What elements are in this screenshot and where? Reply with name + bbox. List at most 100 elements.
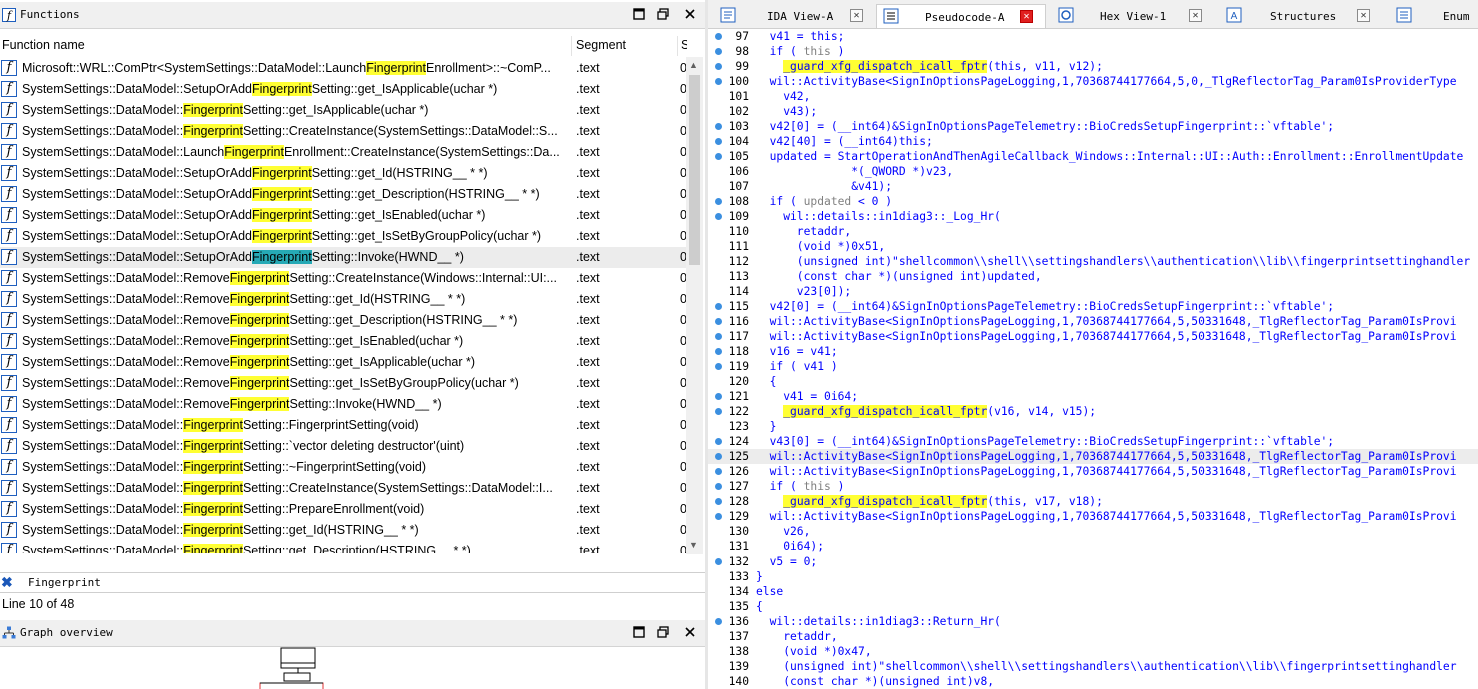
scroll-up-icon[interactable]: ▲ <box>689 60 698 70</box>
code-line[interactable]: 123 } <box>708 419 1478 434</box>
code-line[interactable]: 107 &v41); <box>708 179 1478 194</box>
tab-close-icon[interactable]: ✕ <box>1020 10 1033 23</box>
column-start[interactable]: S <box>681 38 687 52</box>
tab-pseudocode[interactable]: Pseudocode-A ✕ <box>876 4 1046 28</box>
code-line[interactable]: 112 (unsigned int)"shellcommon\\shell\\s… <box>708 254 1478 269</box>
code-line[interactable]: 129 wil::ActivityBase<SignInOptionsPageL… <box>708 509 1478 524</box>
code-line[interactable]: 140 (const char *)(unsigned int)v8, <box>708 674 1478 689</box>
column-segment[interactable]: Segment <box>576 38 626 52</box>
code-line[interactable]: 105 updated = StartOperationAndThenAgile… <box>708 149 1478 164</box>
code-line[interactable]: 101 v42, <box>708 89 1478 104</box>
tab-structures[interactable]: A Structures ✕ <box>1220 4 1380 28</box>
function-row[interactable]: f SystemSettings::DataModel::RemoveFinger… <box>0 331 686 352</box>
breakpoint-dot-icon[interactable] <box>715 303 722 310</box>
breakpoint-dot-icon[interactable] <box>715 558 722 565</box>
code-line[interactable]: 135 { <box>708 599 1478 614</box>
function-row[interactable]: f SystemSettings::DataModel::RemoveFinger… <box>0 310 686 331</box>
functions-list[interactable]: f Microsoft::WRL::ComPtr<SystemSettings::… <box>0 58 686 553</box>
breakpoint-dot-icon[interactable] <box>715 468 722 475</box>
function-row[interactable]: f SystemSettings::DataModel::SetupOrAddFi… <box>0 79 686 100</box>
breakpoint-dot-icon[interactable] <box>715 63 722 70</box>
code-line[interactable]: 133} <box>708 569 1478 584</box>
tab-hex-view[interactable]: Hex View-1 ✕ <box>1052 4 1212 28</box>
filter-input[interactable]: Fingerprint <box>28 576 101 589</box>
code-line[interactable]: 127 if ( this ) <box>708 479 1478 494</box>
graph-close-icon[interactable] <box>683 625 697 639</box>
code-line[interactable]: 108 if ( updated < 0 ) <box>708 194 1478 209</box>
code-line[interactable]: 138 (void *)0x47, <box>708 644 1478 659</box>
code-line[interactable]: 104 v42[40] = (__int64)this; <box>708 134 1478 149</box>
code-line[interactable]: 109 wil::details::in1diag3::_Log_Hr( <box>708 209 1478 224</box>
breakpoint-dot-icon[interactable] <box>715 498 722 505</box>
breakpoint-dot-icon[interactable] <box>715 513 722 520</box>
code-line[interactable]: 117 wil::ActivityBase<SignInOptionsPageL… <box>708 329 1478 344</box>
tab-close-icon[interactable]: ✕ <box>1189 9 1202 22</box>
tab-close-icon[interactable]: ✕ <box>1357 9 1370 22</box>
tab-ida-view[interactable]: IDA View-A ✕ <box>714 4 870 28</box>
breakpoint-dot-icon[interactable] <box>715 123 722 130</box>
column-function-name[interactable]: Function name <box>2 38 85 52</box>
code-line[interactable]: 115 v42[0] = (__int64)&SignInOptionsPage… <box>708 299 1478 314</box>
function-row[interactable]: f SystemSettings::DataModel::FingerprintS… <box>0 541 686 553</box>
function-row[interactable]: f SystemSettings::DataModel::SetupOrAddFi… <box>0 226 686 247</box>
function-row[interactable]: f SystemSettings::DataModel::RemoveFinger… <box>0 268 686 289</box>
function-row[interactable]: f SystemSettings::DataModel::FingerprintS… <box>0 478 686 499</box>
code-line[interactable]: 125 wil::ActivityBase<SignInOptionsPageL… <box>708 449 1478 464</box>
breakpoint-dot-icon[interactable] <box>715 408 722 415</box>
function-row[interactable]: f SystemSettings::DataModel::RemoveFinger… <box>0 352 686 373</box>
function-row[interactable]: f SystemSettings::DataModel::SetupOrAddFi… <box>0 205 686 226</box>
breakpoint-dot-icon[interactable] <box>715 33 722 40</box>
code-line[interactable]: 97 v41 = this; <box>708 29 1478 44</box>
graph-restore-icon[interactable] <box>656 625 670 639</box>
code-line[interactable]: 98 if ( this ) <box>708 44 1478 59</box>
function-row[interactable]: f SystemSettings::DataModel::FingerprintS… <box>0 457 686 478</box>
code-line[interactable]: 120 { <box>708 374 1478 389</box>
breakpoint-dot-icon[interactable] <box>715 438 722 445</box>
code-line[interactable]: 131 0i64); <box>708 539 1478 554</box>
code-line[interactable]: 113 (const char *)(unsigned int)updated, <box>708 269 1478 284</box>
code-line[interactable]: 136 wil::details::in1diag3::Return_Hr( <box>708 614 1478 629</box>
scroll-thumb[interactable] <box>689 75 700 265</box>
code-line[interactable]: 100 wil::ActivityBase<SignInOptionsPageL… <box>708 74 1478 89</box>
code-line[interactable]: 139 (unsigned int)"shellcommon\\shell\\s… <box>708 659 1478 674</box>
function-row[interactable]: f SystemSettings::DataModel::RemoveFinger… <box>0 394 686 415</box>
quick-filter-bar[interactable]: ✖ Fingerprint <box>0 572 705 593</box>
code-line[interactable]: 119 if ( v41 ) <box>708 359 1478 374</box>
function-row[interactable]: f SystemSettings::DataModel::FingerprintS… <box>0 520 686 541</box>
code-line[interactable]: 137 retaddr, <box>708 629 1478 644</box>
graph-maximize-icon[interactable] <box>632 625 646 639</box>
breakpoint-dot-icon[interactable] <box>715 48 722 55</box>
code-line[interactable]: 102 v43); <box>708 104 1478 119</box>
breakpoint-dot-icon[interactable] <box>715 213 722 220</box>
breakpoint-dot-icon[interactable] <box>715 78 722 85</box>
code-line[interactable]: 121 v41 = 0i64; <box>708 389 1478 404</box>
function-row[interactable]: f SystemSettings::DataModel::RemoveFinger… <box>0 373 686 394</box>
breakpoint-dot-icon[interactable] <box>715 453 722 460</box>
function-row[interactable]: f Microsoft::WRL::ComPtr<SystemSettings::… <box>0 58 686 79</box>
breakpoint-dot-icon[interactable] <box>715 348 722 355</box>
code-line[interactable]: 128 _guard_xfg_dispatch_icall_fptr(this,… <box>708 494 1478 509</box>
code-line[interactable]: 118 v16 = v41; <box>708 344 1478 359</box>
function-row[interactable]: f SystemSettings::DataModel::SetupOrAddFi… <box>0 184 686 205</box>
code-line[interactable]: 110 retaddr, <box>708 224 1478 239</box>
code-line[interactable]: 103 v42[0] = (__int64)&SignInOptionsPage… <box>708 119 1478 134</box>
tab-enums[interactable]: Enum <box>1390 4 1478 28</box>
scroll-down-icon[interactable]: ▼ <box>689 540 698 550</box>
code-line[interactable]: 111 (void *)0x51, <box>708 239 1478 254</box>
code-line[interactable]: 132 v5 = 0; <box>708 554 1478 569</box>
function-row[interactable]: f SystemSettings::DataModel::FingerprintS… <box>0 121 686 142</box>
function-row[interactable]: f SystemSettings::DataModel::LaunchFinger… <box>0 142 686 163</box>
breakpoint-dot-icon[interactable] <box>715 618 722 625</box>
restore-icon[interactable] <box>656 7 670 21</box>
breakpoint-dot-icon[interactable] <box>715 363 722 370</box>
function-row[interactable]: f SystemSettings::DataModel::FingerprintS… <box>0 415 686 436</box>
breakpoint-dot-icon[interactable] <box>715 138 722 145</box>
function-row[interactable]: f SystemSettings::DataModel::FingerprintS… <box>0 436 686 457</box>
code-line[interactable]: 99 _guard_xfg_dispatch_icall_fptr(this, … <box>708 59 1478 74</box>
functions-scrollbar[interactable]: ▲ ▼ <box>686 57 703 554</box>
code-line[interactable]: 106 *(_QWORD *)v23, <box>708 164 1478 179</box>
code-line[interactable]: 124 v43[0] = (__int64)&SignInOptionsPage… <box>708 434 1478 449</box>
code-line[interactable]: 114 v23[0]); <box>708 284 1478 299</box>
clear-filter-icon[interactable]: ✖ <box>1 574 13 591</box>
close-icon[interactable] <box>683 7 697 21</box>
